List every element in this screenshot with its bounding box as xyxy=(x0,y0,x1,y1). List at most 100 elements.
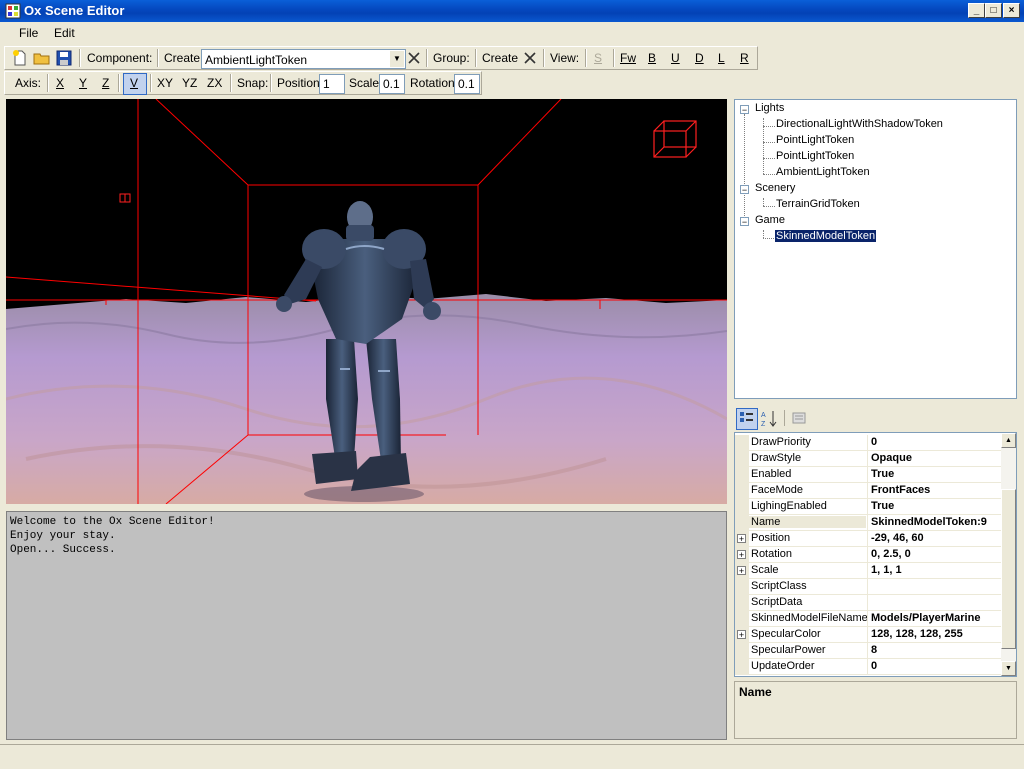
scene-tree[interactable]: − Lights DirectionalLightWithShadowToken… xyxy=(734,99,1017,399)
tree-item-terrain-grid[interactable]: TerrainGridToken xyxy=(776,198,860,210)
property-grid-scrollbar[interactable]: ▲ ▼ xyxy=(1001,433,1016,676)
component-select[interactable]: AmbientLightToken ▼ xyxy=(201,49,406,69)
tree-item-point-light-2[interactable]: PointLightToken xyxy=(776,150,854,162)
scroll-up-icon[interactable]: ▲ xyxy=(1001,433,1016,448)
property-name[interactable]: DrawStyle xyxy=(751,452,801,464)
property-name[interactable]: DrawPriority xyxy=(751,436,811,448)
property-pages-icon[interactable] xyxy=(790,409,808,427)
group-create-button[interactable]: Create xyxy=(482,51,518,65)
expand-icon[interactable]: + xyxy=(737,566,746,576)
scene-viewport[interactable] xyxy=(6,99,727,504)
property-value[interactable]: SkinnedModelToken:9 xyxy=(871,516,1001,528)
expand-icon[interactable]: + xyxy=(737,534,746,544)
property-value[interactable]: 0 xyxy=(871,660,1001,672)
property-value[interactable]: 0 xyxy=(871,436,1001,448)
snap-scale-input[interactable]: 0.1 xyxy=(379,74,405,94)
property-row[interactable]: UpdateOrder 0 xyxy=(735,659,1003,675)
property-name[interactable]: SkinnedModelFileName xyxy=(751,612,868,624)
property-row[interactable]: DrawStyle Opaque xyxy=(735,451,1003,467)
collapse-scenery-icon[interactable]: − xyxy=(740,185,749,195)
snap-rotation-input[interactable]: 0.1 xyxy=(454,74,480,94)
property-name[interactable]: SpecularPower xyxy=(751,644,826,656)
property-name[interactable]: Name xyxy=(749,516,866,528)
tree-item-point-light-1[interactable]: PointLightToken xyxy=(776,134,854,146)
collapse-game-icon[interactable]: − xyxy=(740,217,749,227)
minimize-button[interactable]: _ xyxy=(968,3,985,18)
property-name[interactable]: SpecularColor xyxy=(751,628,821,640)
chevron-down-icon[interactable]: ▼ xyxy=(390,51,404,67)
property-row[interactable]: Name SkinnedModelToken:9 xyxy=(735,515,1003,531)
component-create-button[interactable]: Create xyxy=(164,51,200,65)
tree-group-scenery[interactable]: Scenery xyxy=(755,182,795,194)
view-u-button[interactable]: U xyxy=(671,51,680,65)
property-name[interactable]: ScriptData xyxy=(751,596,802,608)
scroll-thumb[interactable] xyxy=(1001,489,1016,649)
output-console[interactable]: Welcome to the Ox Scene Editor! Enjoy yo… xyxy=(6,511,727,740)
open-folder-icon[interactable] xyxy=(33,49,51,67)
maximize-button[interactable]: □ xyxy=(985,3,1002,18)
expand-icon[interactable]: + xyxy=(737,550,746,560)
property-value[interactable]: 128, 128, 128, 255 xyxy=(871,628,1001,640)
property-name[interactable]: Scale xyxy=(751,564,779,576)
view-s-button[interactable]: S xyxy=(594,51,602,65)
property-name[interactable]: Rotation xyxy=(751,548,792,560)
property-row[interactable]: + Scale 1, 1, 1 xyxy=(735,563,1003,579)
property-value[interactable]: 1, 1, 1 xyxy=(871,564,1001,576)
property-value[interactable]: FrontFaces xyxy=(871,484,1001,496)
expand-icon[interactable]: + xyxy=(737,630,746,640)
tree-item-ambient-light[interactable]: AmbientLightToken xyxy=(776,166,870,178)
snap-position-input[interactable]: 1 xyxy=(319,74,345,94)
delete-component-icon[interactable] xyxy=(407,51,421,65)
tree-group-lights[interactable]: Lights xyxy=(755,102,784,114)
axis-zx-button[interactable]: ZX xyxy=(207,76,222,90)
scroll-down-icon[interactable]: ▼ xyxy=(1001,661,1016,676)
view-b-button[interactable]: B xyxy=(648,51,656,65)
property-name[interactable]: FaceMode xyxy=(751,484,803,496)
property-value[interactable]: 0, 2.5, 0 xyxy=(871,548,1001,560)
axis-y-button[interactable]: Y xyxy=(79,76,87,90)
property-row[interactable]: SpecularPower 8 xyxy=(735,643,1003,659)
light-marker-icon[interactable] xyxy=(119,193,131,203)
property-name[interactable]: LighingEnabled xyxy=(751,500,827,512)
tree-item-directional-light[interactable]: DirectionalLightWithShadowToken xyxy=(776,118,943,130)
tree-group-game[interactable]: Game xyxy=(755,214,785,226)
menu-edit[interactable]: Edit xyxy=(54,26,75,40)
property-name[interactable]: UpdateOrder xyxy=(751,660,815,672)
sort-alphabetical-icon[interactable]: A Z xyxy=(760,409,780,429)
new-file-icon[interactable] xyxy=(11,49,29,67)
property-value[interactable]: 8 xyxy=(871,644,1001,656)
property-grid[interactable]: DrawPriority 0 DrawStyle Opaque Enabled True F… xyxy=(734,432,1017,677)
property-name[interactable]: ScriptClass xyxy=(751,580,807,592)
view-l-button[interactable]: L xyxy=(718,51,725,65)
close-button[interactable]: × xyxy=(1003,3,1020,18)
save-icon[interactable] xyxy=(55,49,73,67)
collapse-lights-icon[interactable]: − xyxy=(740,105,749,115)
property-row[interactable]: DrawPriority 0 xyxy=(735,435,1003,451)
property-row[interactable]: ScriptClass xyxy=(735,579,1003,595)
property-name[interactable]: Enabled xyxy=(751,468,791,480)
property-row[interactable]: Enabled True xyxy=(735,467,1003,483)
property-row[interactable]: FaceMode FrontFaces xyxy=(735,483,1003,499)
axis-x-button[interactable]: X xyxy=(56,76,64,90)
property-value[interactable]: Models/PlayerMarine xyxy=(871,612,1001,624)
view-r-button[interactable]: R xyxy=(740,51,749,65)
property-value[interactable]: True xyxy=(871,500,1001,512)
property-name[interactable]: Position xyxy=(751,532,790,544)
axis-v-button[interactable]: V xyxy=(123,73,147,95)
axis-z-button[interactable]: Z xyxy=(102,76,109,90)
property-row[interactable]: + Rotation 0, 2.5, 0 xyxy=(735,547,1003,563)
axis-xy-button[interactable]: XY xyxy=(157,76,173,90)
categorized-button[interactable] xyxy=(736,408,758,430)
property-row[interactable]: + SpecularColor 128, 128, 128, 255 xyxy=(735,627,1003,643)
view-d-button[interactable]: D xyxy=(695,51,704,65)
view-cube-gizmo[interactable] xyxy=(653,120,697,158)
menu-file[interactable]: File xyxy=(19,26,38,40)
view-fw-button[interactable]: Fw xyxy=(620,51,636,65)
property-row[interactable]: ScriptData xyxy=(735,595,1003,611)
property-value[interactable]: True xyxy=(871,468,1001,480)
property-row[interactable]: LighingEnabled True xyxy=(735,499,1003,515)
tree-item-skinned-model[interactable]: SkinnedModelToken xyxy=(773,229,878,243)
delete-group-icon[interactable] xyxy=(523,51,537,65)
scene-render[interactable] xyxy=(6,99,727,504)
property-value[interactable]: -29, 46, 60 xyxy=(871,532,1001,544)
